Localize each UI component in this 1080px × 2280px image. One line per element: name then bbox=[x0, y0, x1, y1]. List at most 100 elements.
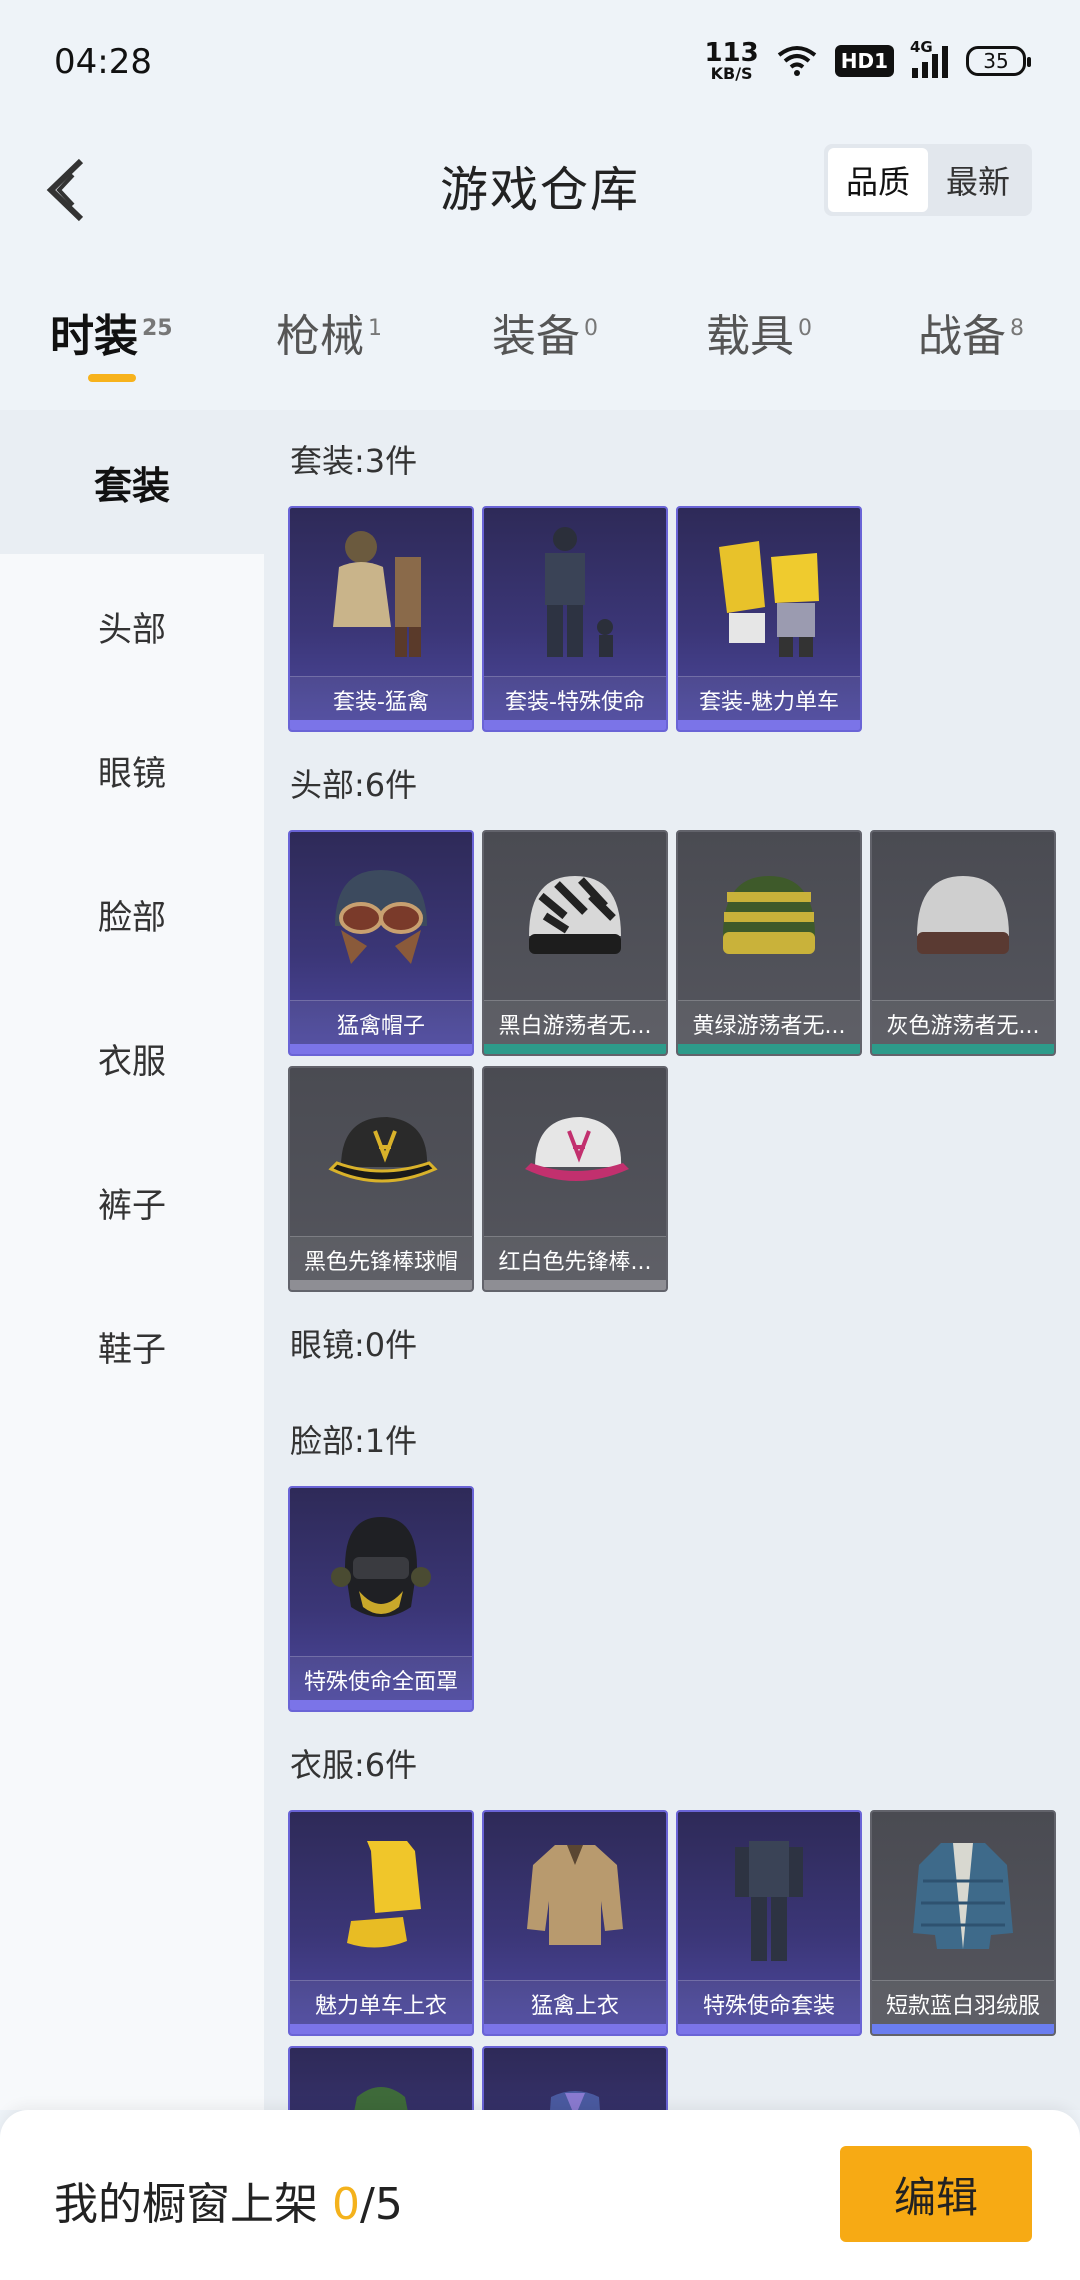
rarity-bar bbox=[484, 1280, 666, 1290]
edit-button[interactable]: 编辑 bbox=[840, 2146, 1032, 2242]
rarity-bar bbox=[290, 720, 472, 730]
item-label: 套装-猛禽 bbox=[290, 676, 472, 722]
outfit-thumbnail bbox=[484, 508, 666, 676]
item-label: 灰色游荡者无... bbox=[872, 1000, 1054, 1046]
showcase-current-count: 0 bbox=[332, 2179, 360, 2230]
item-card[interactable]: 套装-魅力单车 bbox=[676, 506, 862, 732]
item-label: 猛禽帽子 bbox=[290, 1000, 472, 1046]
section-title-suits: 套装:3件 bbox=[290, 442, 418, 480]
item-label: 红白色先锋棒... bbox=[484, 1236, 666, 1282]
sidebar-item-suits[interactable]: 套装 bbox=[0, 410, 264, 554]
item-card[interactable]: 套装-猛禽 bbox=[288, 506, 474, 732]
showcase-label: 我的橱窗上架 bbox=[54, 2179, 318, 2230]
status-bar: 04:28 113 KB/S HD1 4G 35 bbox=[0, 0, 1080, 130]
tab-label: 战备 bbox=[918, 311, 1006, 362]
rarity-bar bbox=[290, 2024, 472, 2034]
tab-vehicles[interactable]: 载具 0 bbox=[706, 300, 812, 364]
bottom-bar: 我的橱窗上架 0/5 编辑 bbox=[0, 2110, 1080, 2280]
section-title-clothes: 衣服:6件 bbox=[290, 1746, 418, 1784]
item-label: 黑白游荡者无... bbox=[484, 1000, 666, 1046]
item-card[interactable]: 猛禽帽子 bbox=[288, 830, 474, 1056]
item-card[interactable]: 特殊使命全面罩 bbox=[288, 1486, 474, 1712]
showcase-counter: 我的橱窗上架 0/5 bbox=[54, 2168, 403, 2232]
sort-option-quality[interactable]: 品质 bbox=[828, 148, 928, 212]
tab-count: 1 bbox=[368, 316, 382, 342]
item-grid-area[interactable]: 套装:3件 套装-猛禽 套装-特殊使命 套装-魅力单车 头部:6件 猛禽帽子 黑… bbox=[264, 410, 1080, 2110]
rarity-bar bbox=[678, 2024, 860, 2034]
rarity-bar bbox=[290, 1280, 472, 1290]
status-icons: 113 KB/S HD1 4G 35 bbox=[704, 38, 1031, 82]
tab-supplies[interactable]: 战备 8 bbox=[918, 300, 1024, 364]
beanie-thumbnail bbox=[872, 832, 1054, 1000]
jacket-thumbnail bbox=[484, 1812, 666, 1980]
sidebar-item-shoes[interactable]: 鞋子 bbox=[0, 1274, 264, 1418]
outfit-thumbnail bbox=[678, 1812, 860, 1980]
rarity-bar bbox=[484, 2024, 666, 2034]
sidebar-item-face[interactable]: 脸部 bbox=[0, 842, 264, 986]
tab-label: 时装 bbox=[50, 311, 138, 362]
outfit-thumbnail bbox=[290, 508, 472, 676]
header: 游戏仓库 品质 最新 bbox=[0, 130, 1080, 250]
rarity-bar bbox=[872, 1044, 1054, 1054]
item-card[interactable]: 套装-特殊使命 bbox=[482, 506, 668, 732]
tab-count: 25 bbox=[142, 316, 173, 342]
tab-equipment[interactable]: 装备 0 bbox=[492, 300, 598, 364]
sidebar-item-head[interactable]: 头部 bbox=[0, 554, 264, 698]
item-card[interactable]: 短款蓝白羽绒服 bbox=[870, 1810, 1056, 2036]
item-label: 特殊使命套装 bbox=[678, 1980, 860, 2026]
baseball-cap-thumbnail bbox=[484, 1068, 666, 1236]
outfit-thumbnail bbox=[678, 508, 860, 676]
network-type: 4G bbox=[910, 38, 933, 56]
item-label: 套装-魅力单车 bbox=[678, 676, 860, 722]
tab-fashion[interactable]: 时装 25 bbox=[50, 300, 173, 364]
tab-count: 8 bbox=[1010, 316, 1024, 342]
item-label: 特殊使命全面罩 bbox=[290, 1656, 472, 1702]
net-speed-value: 113 bbox=[704, 38, 759, 68]
item-label: 套装-特殊使命 bbox=[484, 676, 666, 722]
item-label: 黑色先锋棒球帽 bbox=[290, 1236, 472, 1282]
battery-level: 35 bbox=[983, 49, 1009, 73]
tab-weapons[interactable]: 枪械 1 bbox=[276, 300, 382, 364]
jacket-thumbnail bbox=[290, 2048, 472, 2110]
baseball-cap-thumbnail bbox=[290, 1068, 472, 1236]
rarity-bar bbox=[290, 1700, 472, 1710]
item-card[interactable]: 黑色先锋棒球帽 bbox=[288, 1066, 474, 1292]
sort-toggle: 品质 最新 bbox=[824, 144, 1032, 216]
item-label: 黄绿游荡者无... bbox=[678, 1000, 860, 1046]
vest-thumbnail bbox=[484, 2048, 666, 2110]
rarity-bar bbox=[872, 2024, 1054, 2034]
item-card[interactable]: 黑白游荡者无... bbox=[482, 830, 668, 1056]
sidebar: 套装 头部 眼镜 脸部 衣服 裤子 鞋子 bbox=[0, 410, 264, 2110]
item-card[interactable]: 灰色游荡者无... bbox=[870, 830, 1056, 1056]
sort-option-newest[interactable]: 最新 bbox=[928, 148, 1028, 212]
wifi-icon bbox=[777, 46, 816, 76]
net-speed-unit: KB/S bbox=[710, 64, 753, 83]
hd-icon: HD1 bbox=[834, 45, 894, 77]
section-title-face: 脸部:1件 bbox=[290, 1422, 418, 1460]
category-tabs: 时装 25 枪械 1 装备 0 载具 0 战备 8 bbox=[0, 270, 1080, 410]
item-card[interactable] bbox=[288, 2046, 474, 2110]
tab-label: 载具 bbox=[706, 311, 794, 362]
sidebar-item-glasses[interactable]: 眼镜 bbox=[0, 698, 264, 842]
item-card[interactable]: 特殊使命套装 bbox=[676, 1810, 862, 2036]
section-title-head: 头部:6件 bbox=[290, 766, 418, 804]
down-jacket-thumbnail bbox=[872, 1812, 1054, 1980]
item-card[interactable]: 红白色先锋棒... bbox=[482, 1066, 668, 1292]
sidebar-item-clothes[interactable]: 衣服 bbox=[0, 986, 264, 1130]
tab-label: 装备 bbox=[492, 311, 580, 362]
item-card[interactable]: 猛禽上衣 bbox=[482, 1810, 668, 2036]
item-card[interactable] bbox=[482, 2046, 668, 2110]
item-card[interactable]: 黄绿游荡者无... bbox=[676, 830, 862, 1056]
sidebar-item-pants[interactable]: 裤子 bbox=[0, 1130, 264, 1274]
battery-icon: 35 bbox=[966, 46, 1031, 76]
rarity-bar bbox=[484, 720, 666, 730]
tab-count: 0 bbox=[798, 316, 812, 342]
item-label: 猛禽上衣 bbox=[484, 1980, 666, 2026]
cellular-signal-icon: 4G bbox=[910, 38, 948, 78]
rarity-bar bbox=[678, 720, 860, 730]
tab-count: 0 bbox=[584, 316, 598, 342]
item-card[interactable]: 魅力单车上衣 bbox=[288, 1810, 474, 2036]
item-label: 短款蓝白羽绒服 bbox=[872, 1980, 1054, 2026]
shirt-thumbnail bbox=[290, 1812, 472, 1980]
net-speed: 113 KB/S bbox=[704, 40, 758, 82]
